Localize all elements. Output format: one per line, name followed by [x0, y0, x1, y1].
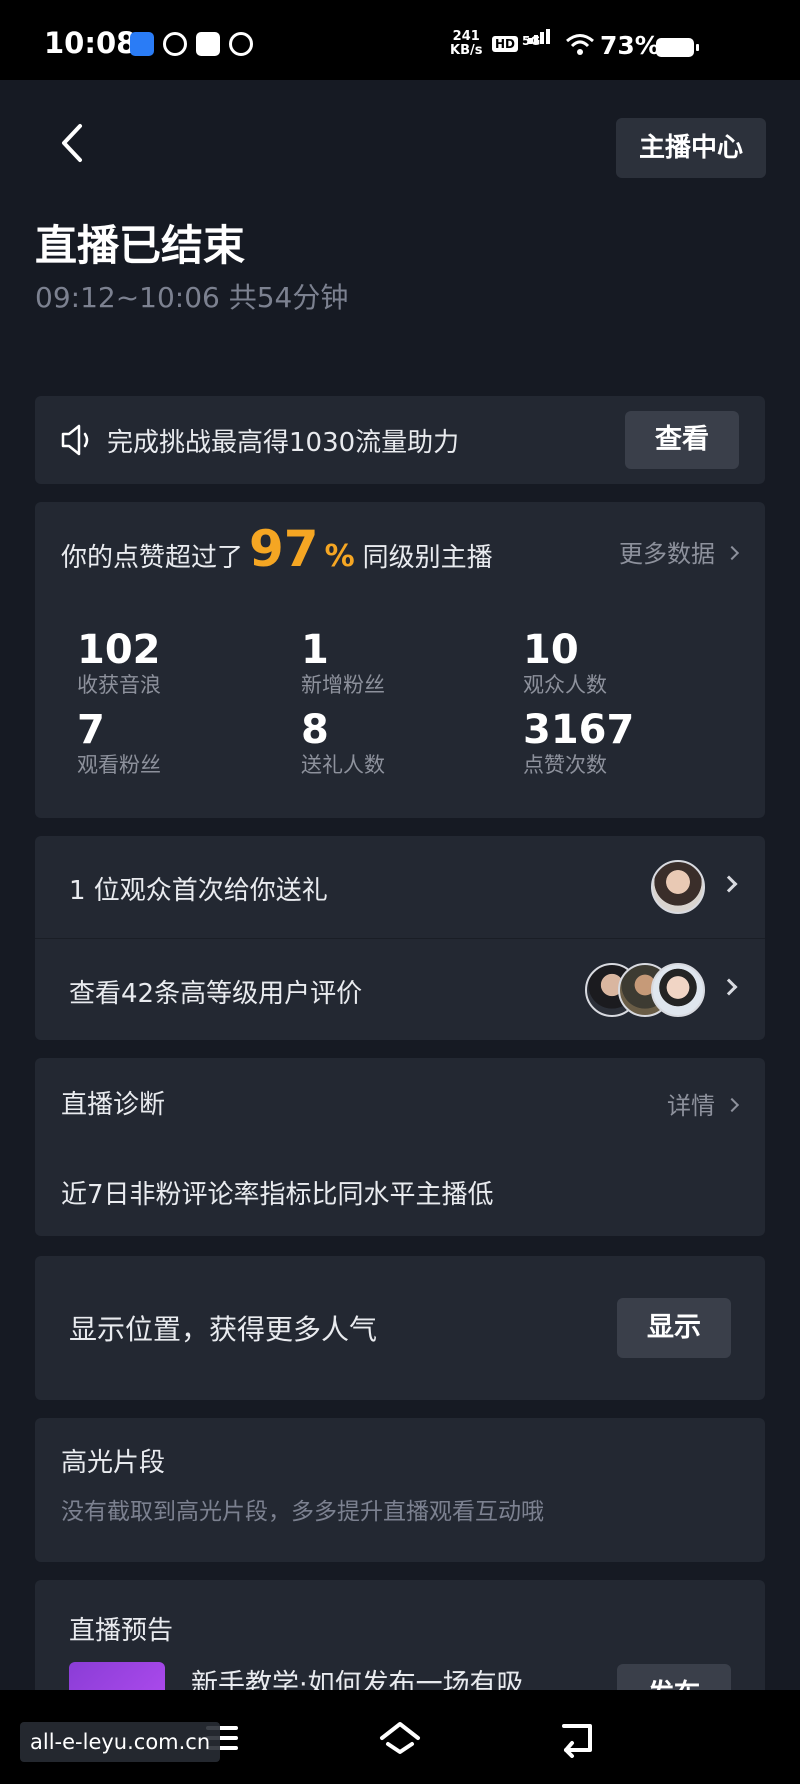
- wechat-icon: [163, 32, 187, 56]
- show-location-card: 显示位置，获得更多人气 显示: [35, 1256, 765, 1400]
- stats-card: 你的点赞超过了 97 % 同级别主播 更多数据 102 收获音浪 1 新增粉丝 10…: [35, 502, 765, 818]
- anchor-center-button[interactable]: 主播中心: [616, 118, 766, 178]
- challenge-card: 完成挑战最高得1030流量助力 查看: [35, 396, 765, 484]
- chevron-right-icon: [720, 978, 738, 996]
- more-data-link[interactable]: 更多数据: [619, 534, 740, 569]
- challenge-text: 完成挑战最高得1030流量助力: [107, 428, 460, 458]
- highlight-subtitle: 没有截取到高光片段，多多提升直播观看互动哦: [61, 1499, 544, 1525]
- net-speed: 241 KB/s: [450, 29, 483, 58]
- likes-percent: 97: [249, 520, 319, 578]
- stat-item: 3167 点赞次数: [523, 707, 635, 777]
- speaker-icon: [61, 424, 89, 456]
- battery-percent: 73%: [600, 31, 660, 60]
- chevron-right-icon: [724, 1097, 740, 1113]
- stat-item: 8 送礼人数: [301, 707, 385, 777]
- show-location-button[interactable]: 显示: [617, 1298, 731, 1358]
- back-icon[interactable]: [54, 118, 94, 168]
- back-nav-icon[interactable]: [556, 1718, 600, 1758]
- live-duration: 09:12~10:06 共54分钟: [35, 281, 349, 314]
- live-preview-card: 直播预告 新手教学·如何发布一场有吸 发布: [35, 1580, 765, 1700]
- signal-icon: 5G: [522, 29, 550, 48]
- chevron-right-icon: [720, 875, 738, 893]
- diagnosis-title: 直播诊断: [61, 1090, 166, 1120]
- wifi-icon: [566, 34, 594, 55]
- audience-list: 1 位观众首次给你送礼 查看42条高等级用户评价: [35, 836, 765, 1040]
- app-icon: [229, 32, 253, 56]
- watermark: all-e-leyu.com.cn: [20, 1722, 221, 1762]
- diagnosis-details-link[interactable]: 详情: [667, 1086, 740, 1121]
- search-app-icon: [196, 32, 220, 56]
- highlight-card: 高光片段 没有截取到高光片段，多多提升直播观看互动哦: [35, 1418, 765, 1562]
- home-icon[interactable]: [378, 1718, 422, 1758]
- battery-icon: [656, 38, 699, 57]
- view-challenge-button[interactable]: 查看: [625, 411, 739, 469]
- app-notification-icon: [130, 32, 154, 56]
- highlight-title: 高光片段: [61, 1448, 166, 1478]
- signal-bars-icon: [528, 29, 550, 44]
- diagnosis-text: 近7日非粉评论率指标比同水平主播低: [61, 1180, 494, 1210]
- stat-item: 7 观看粉丝: [77, 707, 161, 777]
- hd-icon: HD: [492, 36, 519, 52]
- page-title: 直播已结束: [35, 221, 246, 270]
- live-diagnosis-card: 直播诊断 详情 近7日非粉评论率指标比同水平主播低: [35, 1058, 765, 1236]
- preview-title: 直播预告: [69, 1616, 174, 1646]
- status-time: 10:08: [44, 26, 137, 60]
- likes-rank-headline: 你的点赞超过了 97 % 同级别主播: [61, 520, 493, 578]
- stat-item: 102 收获音浪: [77, 627, 161, 697]
- stat-item: 1 新增粉丝: [301, 627, 385, 697]
- status-bar: 10:08 241KB/s HD 5G 73%: [0, 0, 800, 80]
- first-gift-row[interactable]: 1 位观众首次给你送礼: [35, 836, 765, 938]
- show-location-text: 显示位置，获得更多人气: [69, 1313, 378, 1346]
- avatar: [651, 860, 705, 914]
- avatar: [651, 963, 705, 1017]
- chevron-right-icon: [724, 545, 740, 561]
- user-reviews-row[interactable]: 查看42条高等级用户评价: [35, 938, 765, 1040]
- stat-item: 10 观众人数: [523, 627, 607, 697]
